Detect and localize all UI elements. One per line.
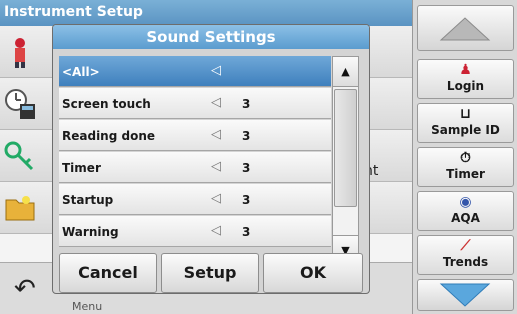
trend-chart-icon: ⟋	[460, 238, 471, 254]
scroll-up-button[interactable]	[417, 5, 514, 51]
clock-calculator-icon	[4, 88, 36, 120]
sound-item-label: <All>	[62, 65, 100, 79]
sound-list-item[interactable]: Reading done ◁ 3	[59, 120, 331, 151]
sound-item-volume: 3	[242, 161, 251, 175]
sidebar: ♟ Login ⊔ Sample ID ⏱ Timer ◉ AQA ⟋ Tren…	[412, 0, 517, 314]
cancel-button[interactable]: Cancel	[59, 253, 157, 293]
list-scrollbar[interactable]: ▲ ▼	[332, 56, 359, 266]
aqa-label: AQA	[451, 211, 480, 225]
sound-item-volume: 3	[242, 129, 251, 143]
login-label: Login	[446, 79, 485, 93]
scroll-down-button[interactable]	[417, 279, 514, 311]
sound-item-volume: 3	[242, 225, 251, 239]
sound-item-label: Timer	[62, 161, 101, 175]
aqa-icon: ◉	[459, 194, 472, 210]
sound-item-volume: 3	[242, 97, 251, 111]
aqa-button[interactable]: ◉ AQA	[417, 191, 514, 231]
dialog-title: Sound Settings	[53, 25, 369, 49]
person-icon: ♟	[459, 62, 472, 78]
speaker-icon: ◁	[211, 63, 221, 78]
triangle-down-icon	[439, 283, 491, 307]
sound-list-item[interactable]: Warning ◁ 3	[59, 216, 331, 247]
sample-id-label: Sample ID	[431, 123, 500, 137]
speaker-icon: ◁	[211, 159, 221, 174]
setup-button[interactable]: Setup	[161, 253, 259, 293]
key-icon	[4, 140, 36, 172]
timer-icon: ⏱	[460, 150, 471, 166]
person-icon	[4, 36, 36, 68]
login-button[interactable]: ♟ Login	[417, 59, 514, 99]
sound-settings-dialog: Sound Settings <All> ◁ Screen touch ◁ 3 Readi…	[52, 24, 370, 294]
speaker-icon: ◁	[211, 95, 221, 110]
trends-button[interactable]: ⟋ Trends	[417, 235, 514, 275]
speaker-icon: ◁	[211, 127, 221, 142]
beaker-icon: ⊔	[459, 106, 472, 122]
sound-item-volume: 3	[242, 193, 251, 207]
sound-list-item[interactable]: Screen touch ◁ 3	[59, 88, 331, 119]
sound-item-label: Startup	[62, 193, 114, 207]
sound-list-item[interactable]: <All> ◁	[59, 56, 331, 87]
scroll-thumb[interactable]	[334, 89, 357, 207]
sound-item-label: Warning	[62, 225, 119, 239]
sound-list-item[interactable]: Timer ◁ 3	[59, 152, 331, 183]
undo-icon[interactable]: ↶	[14, 276, 36, 302]
ok-button[interactable]: OK	[263, 253, 363, 293]
window-title: Instrument Setup	[0, 0, 412, 26]
timer-label: Timer	[446, 167, 485, 181]
sound-list-item[interactable]: Startup ◁ 3	[59, 184, 331, 215]
screen: Instrument Setup nt ↶ Menu ♟ Login ⊔ Sam…	[0, 0, 517, 314]
triangle-up-icon	[439, 17, 491, 41]
sample-id-button[interactable]: ⊔ Sample ID	[417, 103, 514, 143]
speaker-icon: ◁	[211, 223, 221, 238]
sound-item-label: Screen touch	[62, 97, 151, 111]
timer-button[interactable]: ⏱ Timer	[417, 147, 514, 187]
folder-icon	[4, 192, 36, 224]
speaker-icon: ◁	[211, 191, 221, 206]
list-scroll-up-button[interactable]: ▲	[333, 57, 358, 87]
sound-item-label: Reading done	[62, 129, 156, 143]
trends-label: Trends	[442, 255, 489, 269]
sound-list: <All> ◁ Screen touch ◁ 3 Reading done ◁ 3 Timer ◁…	[59, 56, 331, 266]
bg-menu-label: Menu	[72, 300, 103, 313]
